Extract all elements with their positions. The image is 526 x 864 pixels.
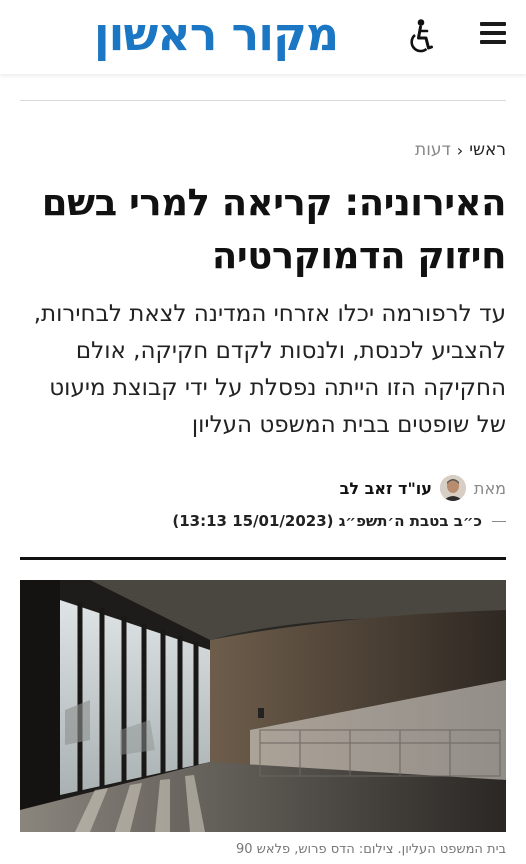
- breadcrumb-home-link[interactable]: ראשי: [469, 140, 506, 160]
- publish-date: כ״ב בטבת ה׳תשפ״ג (15/01/2023 13:13): [172, 512, 482, 530]
- hamburger-menu-icon[interactable]: [480, 22, 506, 44]
- breadcrumb-section-link[interactable]: דעות: [415, 140, 451, 160]
- publish-date-row: כ״ב בטבת ה׳תשפ״ג (15/01/2023 13:13): [172, 512, 506, 530]
- byline: מאת עו"ד זאב לב: [340, 475, 506, 501]
- byline-prefix: מאת: [473, 478, 506, 498]
- article-headline: האירוניה: קריאה למרי בשם חיזוק הדמוקרטיה: [41, 181, 507, 277]
- breadcrumb: ראשי ‹ דעות: [415, 140, 506, 160]
- site-logo[interactable]: מקור ראשון: [78, 2, 354, 66]
- date-dash: [492, 520, 506, 522]
- image-caption: בית המשפט העליון. צילום: הדס פרוש, פלאש …: [236, 842, 506, 857]
- divider: [20, 100, 506, 101]
- accessibility-icon[interactable]: [404, 18, 434, 56]
- article-subtitle: עד לרפורמה יכלו אזרחי המדינה לצאת לבחירו…: [33, 301, 506, 438]
- article-photo[interactable]: [20, 580, 506, 832]
- author-avatar[interactable]: [439, 475, 466, 501]
- author-name-link[interactable]: עו"ד זאב לב: [340, 479, 432, 498]
- content-divider: [20, 557, 506, 560]
- chevron-left-icon: ‹: [456, 140, 464, 160]
- site-header: מקור ראשון: [0, 0, 526, 74]
